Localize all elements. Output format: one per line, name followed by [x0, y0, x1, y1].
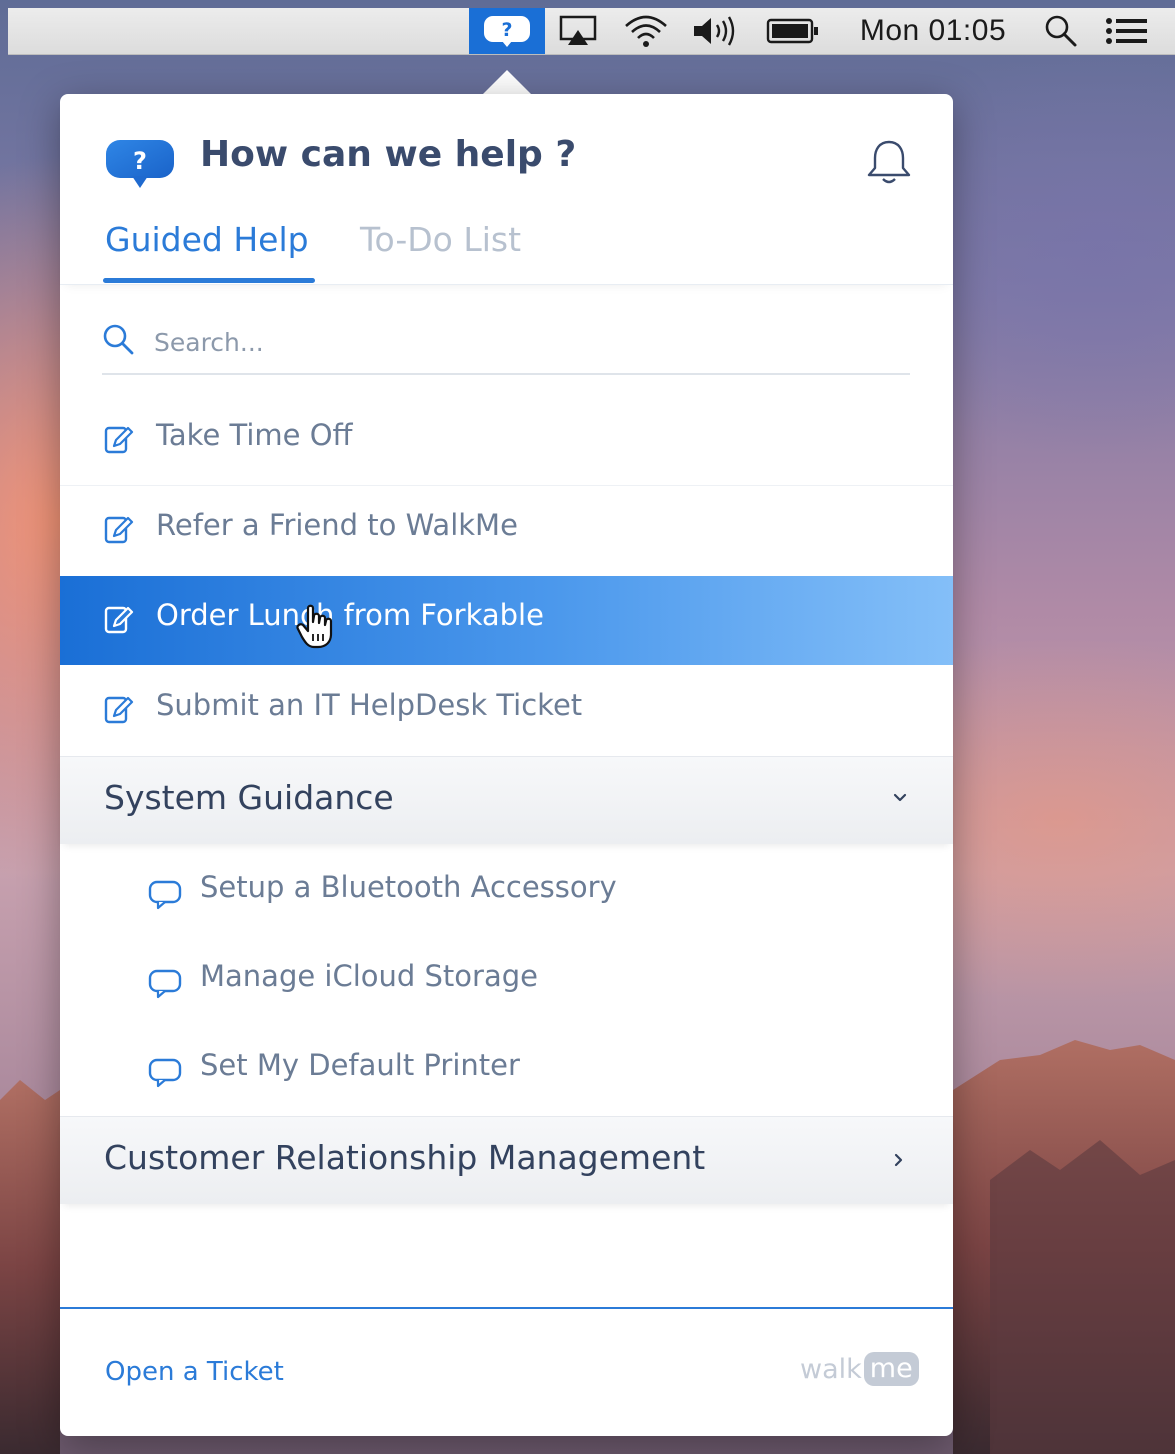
- footer-divider: [60, 1307, 953, 1309]
- edit-icon: [104, 606, 134, 634]
- walkme-logo-me: me: [863, 1352, 919, 1386]
- search-input[interactable]: [152, 321, 896, 363]
- volume-button[interactable]: [688, 8, 744, 54]
- wifi-button[interactable]: [620, 8, 672, 54]
- speech-bubble-icon: [148, 1058, 182, 1088]
- sub-list-item[interactable]: Setup a Bluetooth Accessory: [60, 846, 953, 935]
- sub-list-item-label: Manage iCloud Storage: [200, 959, 538, 993]
- sub-list-item[interactable]: Set My Default Printer: [60, 1024, 953, 1113]
- notification-center-button[interactable]: [1102, 8, 1152, 54]
- wifi-icon: [625, 15, 667, 47]
- list-item-label: Submit an IT HelpDesk Ticket: [156, 688, 583, 722]
- airplay-icon: [559, 15, 597, 45]
- edit-icon: [104, 426, 134, 454]
- chevron-down-icon: [893, 793, 907, 802]
- chevron-right-icon: [894, 1153, 903, 1167]
- list-item[interactable]: Take Time Off: [60, 396, 953, 485]
- list-item[interactable]: Refer a Friend to WalkMe: [60, 486, 953, 575]
- menubar-clock[interactable]: Mon 01:05: [838, 8, 1028, 54]
- panel-header: ? How can we help ? Guided Help To-Do Li…: [60, 94, 953, 285]
- spotlight-button[interactable]: [1038, 8, 1084, 54]
- search-bar: [102, 319, 910, 375]
- help-menubar-button[interactable]: ?: [469, 8, 545, 54]
- walkme-logo-walk: walk: [800, 1353, 862, 1385]
- tab-to-do-list[interactable]: To-Do List: [360, 220, 521, 259]
- walkme-logo: walk me: [800, 1352, 919, 1386]
- battery-button[interactable]: [764, 8, 822, 54]
- panel-title: How can we help ?: [200, 134, 577, 175]
- sub-list-item-label: Setup a Bluetooth Accessory: [200, 870, 617, 904]
- category-system-guidance[interactable]: System Guidance: [60, 756, 953, 844]
- sub-list-item[interactable]: Manage iCloud Storage: [60, 935, 953, 1024]
- list-item-label: Order Lunch from Forkable: [156, 598, 544, 632]
- active-tab-indicator: [103, 278, 315, 283]
- hand-cursor-icon: [296, 604, 333, 649]
- help-bubble-icon: ?: [106, 140, 174, 188]
- help-panel: ? How can we help ? Guided Help To-Do Li…: [60, 94, 953, 1436]
- speech-bubble-icon: [148, 969, 182, 999]
- speech-bubble-icon: [148, 880, 182, 910]
- edit-icon: [104, 516, 134, 544]
- list-item-label: Take Time Off: [156, 418, 353, 452]
- list-item[interactable]: Submit an IT HelpDesk Ticket: [60, 666, 953, 755]
- search-icon: [1045, 15, 1077, 47]
- help-bubble-icon: ?: [484, 16, 530, 47]
- open-ticket-link[interactable]: Open a Ticket: [105, 1357, 284, 1387]
- list-item-highlighted[interactable]: Order Lunch from Forkable: [60, 576, 953, 665]
- help-bubble-glyph: ?: [133, 147, 147, 175]
- battery-icon: [766, 18, 818, 44]
- list-icon: [1106, 18, 1147, 44]
- list-item-label: Refer a Friend to WalkMe: [156, 508, 518, 542]
- sub-list-item-label: Set My Default Printer: [200, 1048, 520, 1082]
- category-label: Customer Relationship Management: [104, 1138, 706, 1177]
- tab-guided-help[interactable]: Guided Help: [105, 220, 309, 259]
- category-customer-relationship-management[interactable]: Customer Relationship Management: [60, 1116, 953, 1204]
- menu-bar: ? Mon 01:05: [8, 8, 1175, 55]
- search-icon: [103, 324, 134, 355]
- volume-icon: [694, 16, 735, 46]
- help-bubble-glyph: ?: [501, 19, 512, 41]
- popover-caret: [483, 70, 531, 94]
- category-label: System Guidance: [104, 778, 394, 817]
- edit-icon: [104, 696, 134, 724]
- bell-icon[interactable]: [866, 138, 912, 186]
- airplay-button[interactable]: [556, 8, 600, 54]
